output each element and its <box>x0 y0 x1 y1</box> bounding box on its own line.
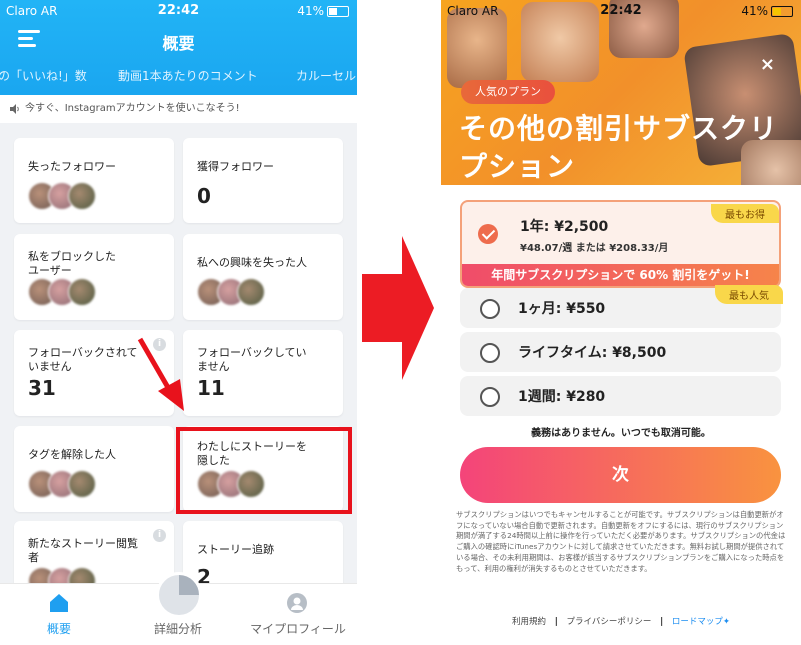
close-icon[interactable]: × <box>760 54 775 75</box>
radio-icon[interactable] <box>480 343 500 363</box>
card-gained-followers[interactable]: 獲得フォロワー 0 <box>183 138 343 223</box>
radio-icon[interactable] <box>480 299 500 319</box>
promo-strip: 年間サブスクリプションで 60% 割引をゲット! <box>462 264 779 286</box>
terms-link[interactable]: 利用規約 <box>512 617 546 627</box>
battery-percent: 41% <box>741 4 768 18</box>
highlight-box <box>176 427 352 514</box>
plan-label: 1週間: ¥280 <box>518 389 606 405</box>
pie-chart-icon[interactable] <box>156 572 202 618</box>
pointer-arrow-icon <box>137 337 184 411</box>
check-icon[interactable] <box>478 224 498 244</box>
next-button[interactable]: 次 <box>460 447 781 503</box>
card-title: タグを解除した人 <box>28 448 116 461</box>
info-icon[interactable]: i <box>153 529 166 542</box>
profile-icon[interactable] <box>287 593 307 613</box>
card-value: 0 <box>197 184 211 208</box>
card-value: 11 <box>197 376 225 400</box>
battery: 41% <box>741 4 793 18</box>
plan-label: 1年: ¥2,500 <box>520 219 609 235</box>
speaker-icon <box>10 104 19 114</box>
right-screenshot: Claro AR 22:42 41% × 人気のプラン その他の割引サブスクリプ… <box>441 0 801 645</box>
plan-label: ライフタイム: ¥8,500 <box>518 345 667 361</box>
footer-links: 利用規約 | プライバシーポリシー | ロードマップ✦ <box>441 615 801 627</box>
promo-banner: Claro AR 22:42 41% × 人気のプラン その他の割引サブスクリプ… <box>441 0 801 185</box>
card-blocked-me[interactable]: 私をブロックした ユーザー <box>14 234 174 320</box>
battery-percent: 41% <box>297 4 324 18</box>
avatar-group <box>28 182 108 210</box>
card-lost-followers[interactable]: 失ったフォロワー <box>14 138 174 223</box>
metric-likes[interactable]: の「いいね!」数 <box>0 67 87 84</box>
tab-my-profile[interactable]: マイプロフィール <box>243 620 353 637</box>
popular-plan-badge: 人気のプラン <box>461 80 555 104</box>
battery-icon <box>771 6 793 17</box>
status-bar: Claro AR 22:42 41% <box>0 0 357 22</box>
header: Claro AR 22:42 41% 概要 の「いいね!」数 動画1本あたりのコ… <box>0 0 357 95</box>
battery-icon <box>327 6 349 17</box>
privacy-link[interactable]: プライバシーポリシー <box>567 617 652 627</box>
link-separator: | <box>660 617 664 627</box>
status-bar: Claro AR 22:42 41% <box>441 0 801 22</box>
card-title: ストーリー追跡 <box>197 543 274 556</box>
tab-overview[interactable]: 概要 <box>4 620 114 637</box>
avatar-group <box>28 278 108 306</box>
card-value: 31 <box>28 376 56 400</box>
plan-lifetime[interactable]: ライフタイム: ¥8,500 <box>460 332 781 372</box>
card-title: 私への興味を失った人 <box>197 256 307 269</box>
card-title: フォローバックしてい ません <box>197 346 307 373</box>
best-value-badge: 最もお得 <box>711 204 779 223</box>
card-title: 私をブロックした ユーザー <box>28 250 116 277</box>
transition-arrow-icon <box>362 236 434 380</box>
page-title: 概要 <box>162 34 195 53</box>
most-popular-badge: 最も人気 <box>715 285 783 304</box>
metrics-strip[interactable]: の「いいね!」数 動画1本あたりのコメント カルーセル <box>0 67 357 87</box>
plan-subprice: ¥48.07/週 または ¥208.33/月 <box>520 243 669 254</box>
announcement-text: 今すぐ、Instagramアカウントを使いこなそう! <box>25 103 240 114</box>
link-separator: | <box>554 617 558 627</box>
card-title: 獲得フォロワー <box>197 160 274 173</box>
avatar-group <box>197 278 277 306</box>
avatar-group <box>28 470 108 498</box>
plan-label: 1ヶ月: ¥550 <box>518 301 606 317</box>
plan-yearly[interactable]: 1年: ¥2,500 ¥48.07/週 または ¥208.33/月 最もお得 年… <box>460 200 781 288</box>
tab-analytics[interactable]: 詳細分析 <box>123 620 233 637</box>
card-untagged[interactable]: タグを解除した人 <box>14 426 174 512</box>
card-i-dont-follow-back[interactable]: フォローバックしてい ません 11 <box>183 330 343 416</box>
headline: その他の割引サブスクリプション <box>459 112 779 183</box>
legal-text: サブスクリプションはいつでもキャンセルすることが可能です。サブスクリプションは自… <box>456 510 786 573</box>
plan-weekly[interactable]: 1週間: ¥280 <box>460 376 781 416</box>
radio-icon[interactable] <box>480 387 500 407</box>
card-title: 新たなストーリー閲覧 者 <box>28 537 138 564</box>
card-lost-interest[interactable]: 私への興味を失った人 <box>183 234 343 320</box>
sparkle-icon: ✦ <box>722 617 731 627</box>
announcement-bar[interactable]: 今すぐ、Instagramアカウントを使いこなそう! <box>0 95 357 123</box>
metric-carousel[interactable]: カルーセル <box>296 67 356 84</box>
roadmap-link[interactable]: ロードマップ <box>672 617 723 627</box>
plan-monthly[interactable]: 1ヶ月: ¥550 最も人気 <box>460 285 783 328</box>
left-screenshot: Claro AR 22:42 41% 概要 の「いいね!」数 動画1本あたりのコ… <box>0 0 357 645</box>
home-icon[interactable] <box>48 592 70 614</box>
battery: 41% <box>297 4 349 18</box>
no-commitment-text: 義務はありません。いつでも取消可能。 <box>531 428 711 439</box>
card-title: 失ったフォロワー <box>28 160 116 173</box>
metric-comments[interactable]: 動画1本あたりのコメント <box>118 67 258 84</box>
